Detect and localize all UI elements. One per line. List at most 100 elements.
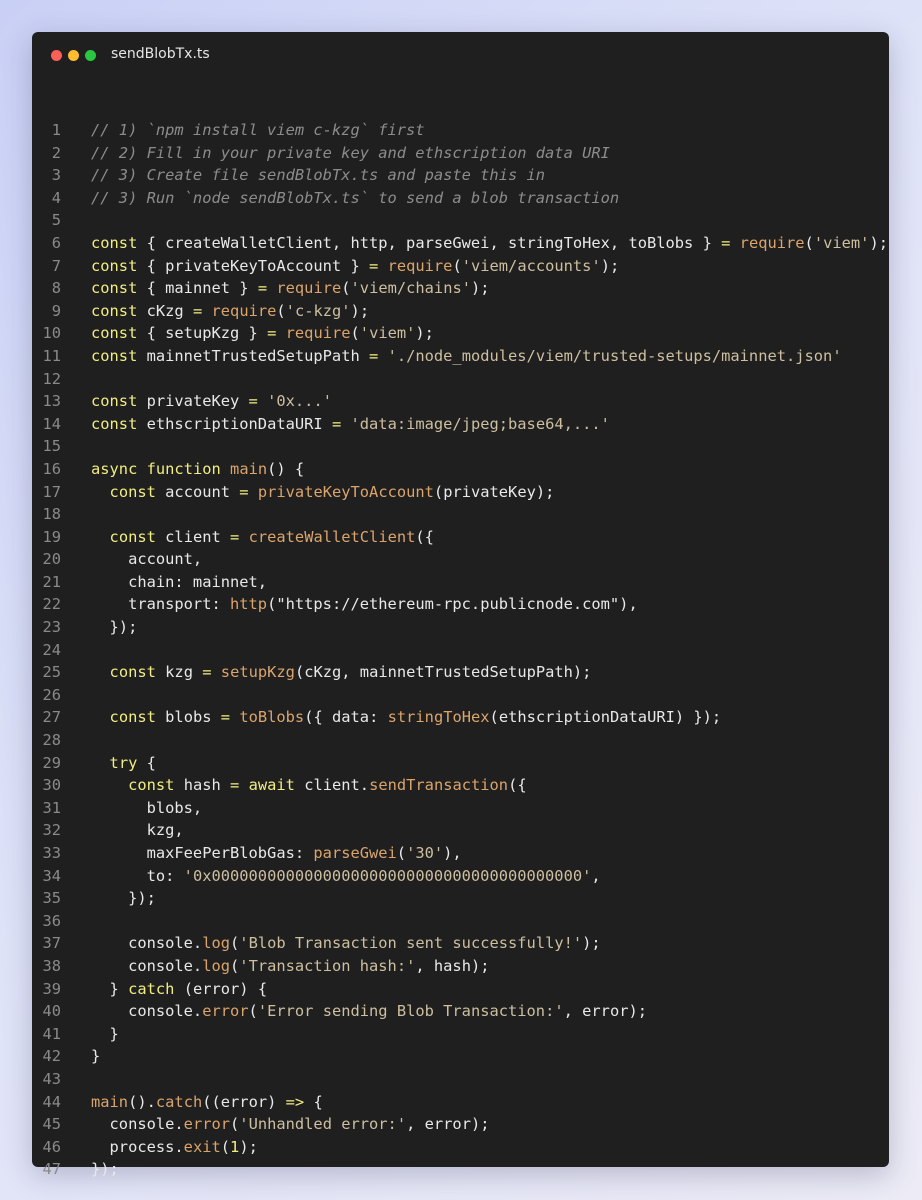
- code-token-keyword: =: [721, 233, 731, 252]
- code-text: process.exit(1);: [91, 1136, 258, 1159]
- code-token-plain: transport:: [91, 595, 230, 614]
- code-token-plain: });: [91, 1160, 119, 1179]
- code-token-plain: process.: [91, 1137, 184, 1156]
- code-text: kzg,: [91, 819, 184, 842]
- line-number: 42: [42, 1047, 61, 1066]
- line-number: 8: [51, 279, 61, 298]
- code-token-string: 'viem': [813, 233, 870, 252]
- code-token-function: sendTransaction: [369, 776, 509, 795]
- code-token-plain: ,: [591, 866, 601, 885]
- zoom-window-button[interactable]: [85, 50, 96, 61]
- code-text: chain: mainnet,: [91, 571, 267, 594]
- code-text: console.error('Error sending Blob Transa…: [91, 1000, 647, 1023]
- code-text: } catch (error) {: [91, 978, 268, 1001]
- minimize-window-button[interactable]: [68, 50, 79, 61]
- code-token-plain: (: [230, 956, 240, 975]
- code-token-plain: {: [137, 753, 156, 772]
- code-token-plain: (: [396, 844, 407, 862]
- code-token-plain: privateKey: [137, 392, 249, 411]
- code-token-keyword: const: [109, 527, 156, 546]
- code-line: 8 const { mainnet } = require('viem/chain…: [32, 277, 889, 300]
- code-line: 27 const blobs = toBlobs({ data: stringT…: [32, 706, 889, 729]
- code-text: maxFeePerBlobGas: parseGwei('30'),: [91, 842, 462, 865]
- code-token-plain: (cKzg, mainnetTrustedSetupPath);: [294, 663, 592, 682]
- code-line: 19 const client = createWalletClient({: [32, 526, 889, 549]
- code-token-string: 'viem': [359, 324, 416, 343]
- code-line: 11 const mainnetTrustedSetupPath = './nod…: [32, 345, 889, 368]
- code-token-plain: client: [155, 527, 231, 546]
- code-token-string: './node_modules/viem/trusted-setups/main…: [387, 346, 842, 365]
- code-line: 10 const { setupKzg } = require('viem');: [32, 322, 889, 345]
- code-token-function: exit: [183, 1137, 221, 1156]
- code-token-plain: kzg,: [91, 821, 184, 840]
- line-number: 35: [42, 889, 61, 908]
- line-number: 44: [42, 1092, 61, 1111]
- code-token-function: log: [202, 934, 231, 953]
- code-line: 20 account,: [32, 548, 889, 571]
- code-line: 28: [32, 729, 889, 752]
- code-token-keyword: function: [146, 459, 221, 478]
- line-number: 36: [42, 911, 61, 930]
- code-text: account,: [91, 548, 202, 571]
- line-number: 31: [42, 798, 61, 817]
- line-number: 30: [42, 776, 61, 795]
- code-token-plain: );: [582, 934, 601, 953]
- code-token-function: createWalletClient: [248, 527, 416, 546]
- code-token-keyword: const: [109, 663, 156, 682]
- code-line: 24: [32, 639, 889, 662]
- code-token-plain: });: [91, 889, 156, 908]
- code-token-string: 'data:image/jpeg;base64,...': [350, 414, 610, 433]
- code-text: const ethscriptionDataURI = 'data:image/…: [91, 413, 610, 436]
- code-text: const privateKey = '0x...': [91, 390, 332, 413]
- code-line: 47});: [32, 1158, 889, 1181]
- code-token-plain: );: [869, 233, 888, 252]
- code-token-function: require: [276, 279, 342, 298]
- line-number: 14: [42, 414, 61, 433]
- code-token-plain: , error);: [406, 1115, 490, 1134]
- code-token-function: privateKeyToAccount: [257, 482, 434, 501]
- code-token-function: error: [202, 1002, 249, 1021]
- code-token-keyword: const: [91, 279, 138, 298]
- code-token-plain: hash: [174, 776, 231, 795]
- code-token-plain: ({: [415, 527, 434, 546]
- code-token-plain: (privateKey);: [433, 482, 555, 501]
- code-text: try {: [91, 752, 156, 775]
- code-text: // 1) `npm install viem c-kzg` first: [91, 119, 425, 142]
- code-token-keyword: =: [369, 256, 379, 275]
- code-token-plain: ({ data:: [304, 708, 388, 727]
- code-text: const { privateKeyToAccount } = require(…: [91, 255, 619, 278]
- close-window-button[interactable]: [51, 50, 62, 61]
- code-line: 42}: [32, 1045, 889, 1068]
- code-token-plain: (: [248, 1002, 258, 1021]
- code-text: async function main() {: [91, 458, 304, 481]
- code-token-plain: });: [91, 618, 138, 637]
- code-token-string: '0x0000000000000000000000000000000000000…: [183, 866, 592, 885]
- code-token-plain: { setupKzg }: [137, 324, 268, 343]
- code-token-keyword: try: [109, 753, 138, 772]
- line-number: 18: [42, 505, 61, 524]
- code-token-plain: client.: [294, 776, 370, 795]
- code-token-keyword: const: [109, 708, 156, 727]
- line-number: 24: [42, 640, 61, 659]
- code-line: 36: [32, 910, 889, 933]
- code-token-string: 'Error sending Blob Transaction:': [257, 1002, 564, 1021]
- code-text: console.error('Unhandled error:', error)…: [91, 1113, 490, 1136]
- line-number: 7: [51, 256, 61, 275]
- code-editor[interactable]: 1 // 1) `npm install viem c-kzg` first 2 //…: [32, 119, 889, 1181]
- code-token-plain: blobs: [155, 708, 221, 727]
- code-token-keyword: const: [91, 256, 138, 275]
- code-token-string: 'Blob Transaction sent successfully!': [239, 934, 583, 953]
- line-number: 5: [51, 211, 61, 230]
- code-token-string: '0x...': [267, 392, 332, 411]
- line-number: 40: [42, 1002, 61, 1021]
- line-number: 26: [42, 685, 61, 704]
- code-text: // 2) Fill in your private key and ethsc…: [91, 142, 610, 165]
- line-number: 34: [42, 866, 61, 885]
- line-number: 45: [42, 1115, 61, 1134]
